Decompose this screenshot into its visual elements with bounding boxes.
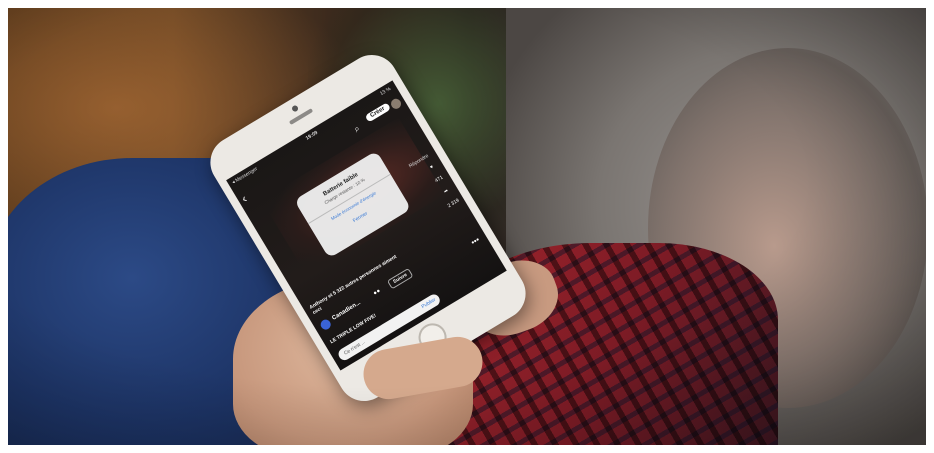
more-options-icon[interactable]: ••• — [469, 235, 481, 247]
comment-count: 2 319 — [446, 197, 461, 210]
like-count: 471 — [434, 174, 445, 185]
share-action[interactable]: ➦ 2 319 — [437, 184, 463, 210]
share-icon: ➦ — [442, 187, 450, 196]
author-avatar[interactable] — [318, 317, 333, 332]
back-arrow-icon[interactable]: ‹ — [239, 192, 250, 206]
follow-button[interactable]: Suivre — [386, 267, 414, 290]
author-dots-icon: ●● — [372, 288, 382, 297]
comment-placeholder: Ce n'est ... — [343, 339, 367, 357]
search-icon[interactable]: ⌕ — [352, 123, 362, 135]
front-camera-icon — [290, 104, 300, 113]
status-back-app[interactable]: ◂ Messenger — [231, 166, 259, 186]
profile-avatar[interactable] — [389, 96, 403, 111]
create-label: Créer — [369, 105, 387, 120]
status-battery: 13 % — [379, 85, 392, 98]
status-time: 19:09 — [304, 129, 319, 142]
publish-button[interactable]: Publier — [420, 296, 437, 311]
photo: ◂ Messenger 19:09 13 % ‹ ⌕ Créer Répondr… — [8, 8, 926, 445]
